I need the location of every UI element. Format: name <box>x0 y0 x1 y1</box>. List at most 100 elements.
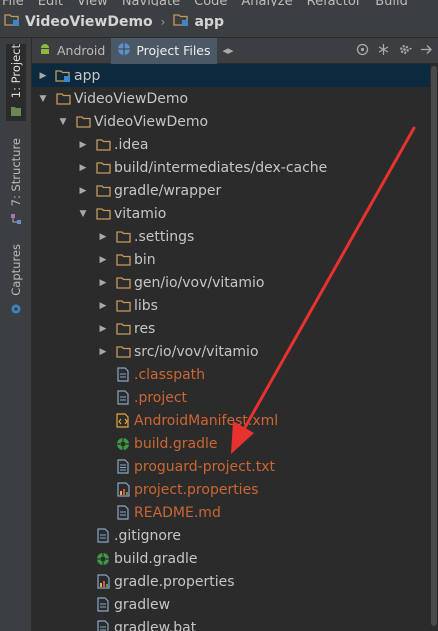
side-tab-label: Captures <box>9 244 23 296</box>
panel-tab-label: Android <box>57 43 106 58</box>
tree-row-label: build.gradle <box>114 550 198 567</box>
folder-icon <box>115 321 131 337</box>
gradle-file-icon <box>95 551 111 567</box>
tree-row-label: .idea <box>114 136 149 153</box>
tree-row-label: res <box>134 320 156 337</box>
properties-file-icon <box>95 574 111 590</box>
panel-tab[interactable]: Android <box>32 38 111 64</box>
panel-actions <box>356 38 432 64</box>
tree-row-label: .classpath <box>134 366 206 383</box>
navigation-bar: VideoViewDemo › app <box>0 6 438 38</box>
panel-tab[interactable]: Project Files <box>111 37 217 64</box>
collapse-arrow-icon[interactable]: ▼ <box>76 209 90 219</box>
tree-row-label: build/intermediates/dex-cache <box>114 159 328 176</box>
expand-arrow-icon[interactable]: ▶ <box>96 278 110 288</box>
folder-icon <box>55 91 71 107</box>
hide-panel-icon[interactable] <box>420 43 432 60</box>
tree-row-label: proguard-project.txt <box>134 458 275 475</box>
tree-row[interactable]: gradle.properties <box>32 570 430 593</box>
tree-row[interactable]: ▶ gradle/wrapper <box>32 179 430 202</box>
gradle-file-icon <box>115 436 131 452</box>
tree-row[interactable]: build.gradle <box>32 432 430 455</box>
tree-row[interactable]: ▼ VideoViewDemo <box>32 87 430 110</box>
tree-row-label: AndroidManifest.xml <box>134 412 279 429</box>
folder-icon <box>115 298 131 314</box>
collapse-all-icon[interactable] <box>377 43 390 60</box>
side-tab[interactable]: 7: Structure <box>6 138 26 229</box>
tree-row-label: src/io/vov/vitamio <box>134 343 259 360</box>
expand-arrow-icon[interactable]: ▶ <box>76 140 90 150</box>
collapse-arrow-icon[interactable]: ▼ <box>36 94 50 104</box>
tree-row[interactable]: ▶ .idea <box>32 133 430 156</box>
locate-icon[interactable] <box>356 43 369 60</box>
folder-icon <box>95 183 111 199</box>
panel-tab-label: Project Files <box>136 43 211 58</box>
gear-icon[interactable] <box>398 43 412 60</box>
breadcrumb-item[interactable]: VideoViewDemo <box>4 13 153 31</box>
tree-row[interactable]: README.md <box>32 501 430 524</box>
tree-row[interactable]: .classpath <box>32 363 430 386</box>
tree-row[interactable]: ▶ res <box>32 317 430 340</box>
file-icon <box>95 528 111 544</box>
tree-row[interactable]: ▶ gen/io/vov/vitamio <box>32 271 430 294</box>
tree-row[interactable]: ▶ bin <box>32 248 430 271</box>
tree-row-label: gradlew <box>114 596 171 613</box>
tree-row[interactable]: .project <box>32 386 430 409</box>
expand-arrow-icon[interactable]: ▶ <box>96 324 110 334</box>
tree-row[interactable]: gradlew <box>32 593 430 616</box>
tree-row[interactable]: proguard-project.txt <box>32 455 430 478</box>
switch-view-icon[interactable]: ◂▸ <box>223 38 234 64</box>
breadcrumb-separator-icon: › <box>160 14 166 29</box>
folder-icon <box>115 275 131 291</box>
tree-row-label: build.gradle <box>134 435 218 452</box>
file-icon <box>115 367 131 383</box>
tree-row[interactable]: ▶ build/intermediates/dex-cache <box>32 156 430 179</box>
expand-arrow-icon[interactable]: ▶ <box>76 163 90 173</box>
tree-row-label: gradlew.bat <box>114 619 197 631</box>
tree-row-label: project.properties <box>134 481 259 498</box>
project-icon <box>10 102 22 121</box>
breadcrumb-item[interactable]: app <box>173 13 224 31</box>
tree-row[interactable]: .gitignore <box>32 524 430 547</box>
expand-arrow-icon[interactable]: ▶ <box>96 255 110 265</box>
tree-row-label: gen/io/vov/vitamio <box>134 274 265 291</box>
side-tab[interactable]: Captures <box>6 244 26 319</box>
expand-arrow-icon[interactable]: ▶ <box>36 71 50 81</box>
collapse-arrow-icon[interactable]: ▼ <box>56 117 70 127</box>
file-icon <box>95 597 111 613</box>
tree-row[interactable]: ▶ .settings <box>32 225 430 248</box>
tree-row-label: vitamio <box>114 205 167 222</box>
expand-arrow-icon[interactable]: ▶ <box>96 232 110 242</box>
folder-icon <box>95 137 111 153</box>
file-icon <box>95 620 111 631</box>
side-tab[interactable]: 1: Project <box>6 44 26 122</box>
left-tool-window-strip: 1: Project 7: Structure Captures <box>0 38 32 631</box>
tree-row[interactable]: AndroidManifest.xml <box>32 409 430 432</box>
project-folder-icon <box>4 13 20 31</box>
tree-row-label: gradle.properties <box>114 573 235 590</box>
file-icon <box>115 390 131 406</box>
tree-row[interactable]: ▼ vitamio <box>32 202 430 225</box>
structure-icon <box>10 210 22 229</box>
tree-row[interactable]: ▶ app <box>32 64 430 87</box>
tree-row-label: bin <box>134 251 156 268</box>
tree-row[interactable]: project.properties <box>32 478 430 501</box>
expand-arrow-icon[interactable]: ▶ <box>76 186 90 196</box>
folder-icon <box>95 160 111 176</box>
module-folder-icon <box>55 68 71 84</box>
scrollbar-thumb[interactable] <box>431 66 437 626</box>
expand-arrow-icon[interactable]: ▶ <box>96 301 110 311</box>
module-folder-icon <box>173 13 189 31</box>
expand-arrow-icon[interactable]: ▶ <box>96 347 110 357</box>
tree-row-label: VideoViewDemo <box>74 90 189 107</box>
text-file-icon <box>115 459 131 475</box>
tree-row[interactable]: gradlew.bat <box>32 616 430 631</box>
tree-row[interactable]: ▶ src/io/vov/vitamio <box>32 340 430 363</box>
tree-scrollbar[interactable] <box>430 64 438 631</box>
tree-row[interactable]: ▼ VideoViewDemo <box>32 110 430 133</box>
tree-row[interactable]: ▶ libs <box>32 294 430 317</box>
tree-row[interactable]: build.gradle <box>32 547 430 570</box>
tree-row-label: gradle/wrapper <box>114 182 222 199</box>
side-tab-label: 7: Structure <box>9 138 23 207</box>
folder-icon <box>115 229 131 245</box>
